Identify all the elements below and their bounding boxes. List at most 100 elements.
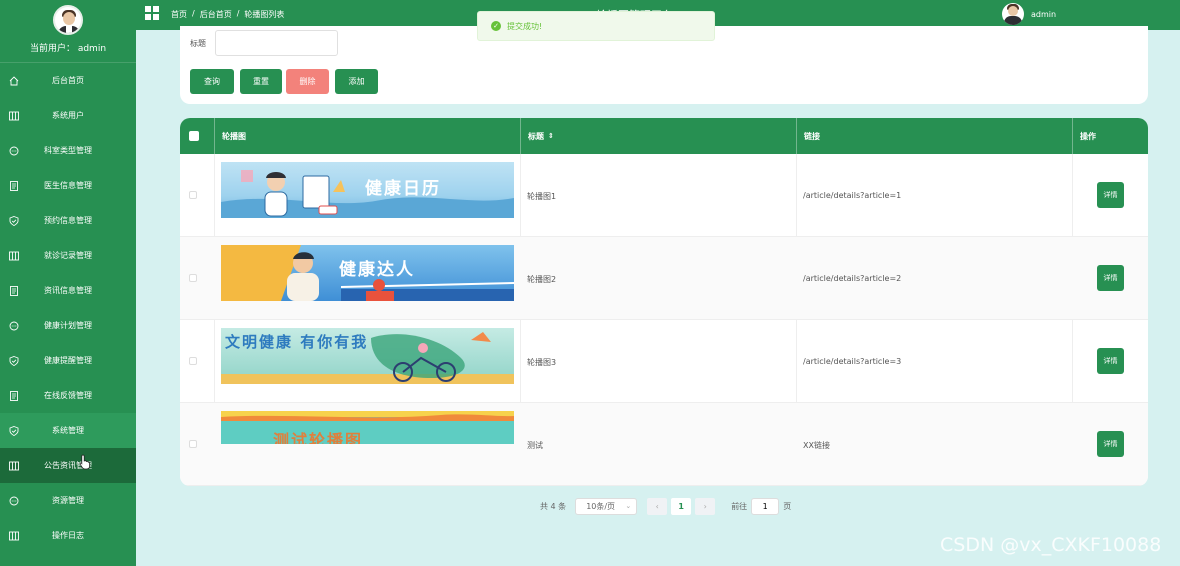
reset-button[interactable]: 重置 — [240, 69, 282, 94]
header-title-label: 标题 — [528, 131, 544, 141]
banner-image-1: 健康日历 — [221, 162, 514, 218]
row-link: XX链接 — [803, 441, 830, 450]
hand-cursor-icon — [79, 454, 90, 470]
header-link: 链接 — [797, 118, 1073, 154]
grid-menu-icon[interactable] — [145, 6, 159, 20]
prev-page-button[interactable]: ‹ — [647, 497, 668, 515]
banner-illustration — [221, 411, 514, 421]
shield-check-icon — [8, 215, 20, 227]
page-size-select[interactable]: 10条/页 ⌄ — [575, 497, 638, 515]
columns-icon — [8, 110, 20, 122]
breadcrumb-separator: / — [236, 9, 240, 18]
avatar[interactable] — [53, 5, 83, 35]
header-image: 轮播图 — [215, 118, 521, 154]
table-row: 测试轮播图 测试 XX链接 详情 — [180, 403, 1148, 486]
sidebar-item-label: 预约信息管理 — [44, 216, 92, 225]
sidebar-item-label: 系统管理 — [52, 426, 84, 435]
next-page-button[interactable]: › — [695, 497, 716, 515]
banner-image-2: 健康达人 — [221, 245, 514, 301]
chat-icon — [8, 320, 20, 332]
chat-icon — [8, 495, 20, 507]
header-select-all[interactable] — [180, 118, 215, 154]
sort-icon[interactable]: ⇕ — [548, 132, 554, 140]
sidebar-user-panel: 当前用户： admin — [0, 5, 136, 63]
detail-button[interactable]: 详情 — [1097, 348, 1124, 374]
breadcrumb-home[interactable]: 首页 — [171, 9, 187, 20]
add-button[interactable]: 添加 — [335, 69, 378, 94]
breadcrumb-separator: / — [192, 9, 195, 18]
watermark-text: CSDN @vx_CXKF10088 — [940, 534, 1162, 556]
sidebar-item-department-types[interactable]: 科室类型管理 — [0, 133, 136, 168]
detail-button[interactable]: 详情 — [1097, 182, 1124, 208]
row-title: 测试 — [527, 441, 543, 450]
sidebar-item-label: 资源管理 — [52, 496, 84, 505]
detail-button[interactable]: 详情 — [1097, 431, 1124, 457]
pagination: 共 4 条 10条/页 ⌄ ‹ 1 › 前往 页 — [540, 497, 791, 515]
sidebar-item-label: 后台首页 — [52, 76, 84, 85]
goto-page-input[interactable] — [751, 497, 780, 515]
check-circle-icon: ✓ — [491, 21, 501, 31]
banner-caption: 健康日历 — [365, 179, 441, 199]
delete-button[interactable]: 删除 — [286, 69, 329, 94]
chat-icon — [8, 145, 20, 157]
row-title: 轮播图1 — [527, 192, 557, 201]
sidebar-item-announcements[interactable]: 公告资讯管理 — [0, 448, 136, 483]
banner-caption: 文明健康 有你有我 — [225, 333, 369, 351]
sidebar-item-visit-records[interactable]: 就诊记录管理 — [0, 238, 136, 273]
sidebar-item-label: 就诊记录管理 — [44, 251, 92, 260]
page-number-current[interactable]: 1 — [671, 497, 692, 515]
success-toast: ✓ 提交成功! — [477, 11, 715, 41]
sidebar-item-doctor-info[interactable]: 医生信息管理 — [0, 168, 136, 203]
row-checkbox[interactable] — [189, 440, 197, 448]
sidebar-item-label: 公告资讯管理 — [44, 461, 92, 470]
row-checkbox[interactable] — [189, 191, 197, 199]
shield-check-icon — [8, 355, 20, 367]
sidebar-item-appointments[interactable]: 预约信息管理 — [0, 203, 136, 238]
goto-label: 前往 — [731, 501, 748, 511]
pagination-total: 共 4 条 — [540, 501, 567, 511]
current-user-label: 当前用户： admin — [29, 44, 107, 54]
chevron-right-icon: › — [703, 501, 707, 511]
row-link: /article/details?article=2 — [803, 274, 902, 283]
page-size-value: 10条/页 — [586, 501, 616, 511]
sidebar-item-resources[interactable]: 资源管理 — [0, 483, 136, 518]
select-all-checkbox[interactable] — [189, 131, 199, 141]
header-username[interactable]: admin — [1031, 10, 1056, 19]
avatar[interactable] — [1002, 3, 1024, 25]
sidebar-item-system-management[interactable]: 系统管理 — [0, 413, 136, 448]
query-button[interactable]: 查询 — [190, 69, 234, 94]
row-title: 轮播图2 — [527, 275, 557, 284]
row-checkbox[interactable] — [189, 357, 197, 365]
sidebar-item-operation-logs[interactable]: 操作日志 — [0, 518, 136, 553]
banner-image-4: 测试轮播图 — [221, 411, 514, 444]
row-title: 轮播图3 — [527, 358, 557, 367]
sidebar-item-label: 系统用户 — [52, 111, 84, 120]
sidebar-item-system-users[interactable]: 系统用户 — [0, 98, 136, 133]
table-row: 健康日历 轮播图1 /article/details?article=1 详情 — [180, 154, 1148, 237]
header-title[interactable]: 标题 ⇕ — [521, 118, 797, 154]
detail-button[interactable]: 详情 — [1097, 265, 1124, 291]
sidebar-item-health-plans[interactable]: 健康计划管理 — [0, 308, 136, 343]
chevron-left-icon: ‹ — [655, 501, 659, 511]
shield-check-icon — [8, 425, 20, 437]
sidebar-item-label: 操作日志 — [52, 531, 84, 540]
sidebar-item-dashboard[interactable]: 后台首页 — [0, 63, 136, 98]
document-icon — [8, 180, 20, 192]
table-row: 文明健康 有你有我 轮播图3 /article/details?article=… — [180, 320, 1148, 403]
sidebar-item-feedback[interactable]: 在线反馈管理 — [0, 378, 136, 413]
search-title-label: 标题 — [190, 39, 206, 48]
sidebar: 当前用户： admin 后台首页 系统用户 科室类型管理 医生信息管理 预约信息… — [0, 0, 136, 566]
breadcrumb-dashboard[interactable]: 后台首页 — [200, 9, 232, 20]
sidebar-item-label: 健康计划管理 — [44, 321, 92, 330]
home-icon — [8, 75, 20, 87]
search-title-input[interactable] — [215, 30, 338, 56]
banner-table: 轮播图 标题 ⇕ 链接 操作 健康日历 轮播图1 /article/details… — [180, 118, 1148, 486]
columns-icon — [8, 460, 20, 472]
table-header: 轮播图 标题 ⇕ 链接 操作 — [180, 118, 1148, 154]
row-checkbox[interactable] — [189, 274, 197, 282]
toast-message: 提交成功! — [507, 21, 543, 31]
sidebar-item-news[interactable]: 资讯信息管理 — [0, 273, 136, 308]
sidebar-item-label: 医生信息管理 — [44, 181, 92, 190]
sidebar-item-health-reminders[interactable]: 健康提醒管理 — [0, 343, 136, 378]
header-action: 操作 — [1080, 131, 1096, 141]
